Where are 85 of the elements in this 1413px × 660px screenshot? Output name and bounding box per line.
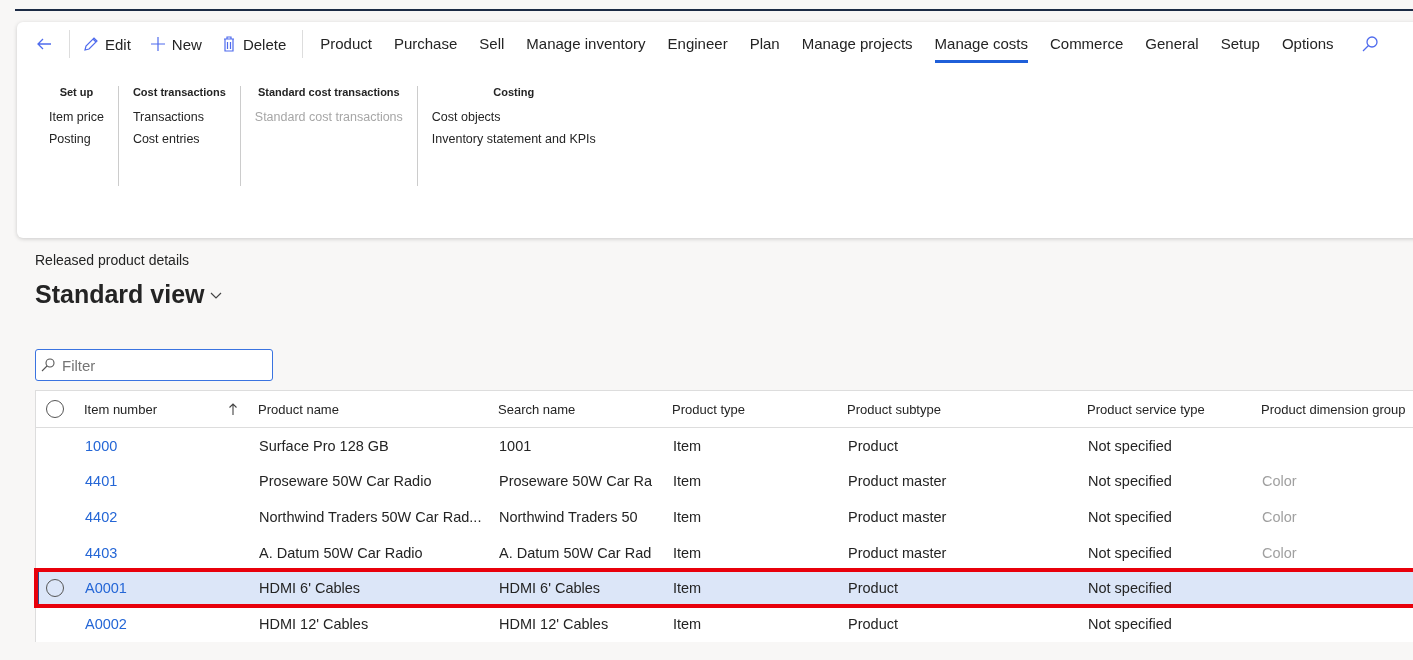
plus-icon bbox=[148, 35, 167, 53]
table-cell-text: Proseware 50W Car Ra bbox=[498, 473, 654, 490]
column-header[interactable]: Product name bbox=[258, 401, 498, 417]
table-cell-text: Proseware 50W Car Radio bbox=[258, 473, 433, 490]
column-header[interactable]: Item number bbox=[84, 401, 157, 417]
table-row[interactable]: A0002 HDMI 12' Cables HDMI 12' Cables Item Product Not specified bbox=[36, 605, 1413, 642]
column-header[interactable]: Product dimension group bbox=[1261, 401, 1413, 417]
table-cell-text: Product bbox=[847, 615, 899, 632]
search-icon[interactable] bbox=[1360, 35, 1379, 53]
table-cell-text: HDMI 12' Cables bbox=[258, 615, 370, 632]
item-link[interactable]: 4402 bbox=[84, 509, 258, 525]
table-cell-text: A. Datum 50W Car Radio bbox=[258, 544, 424, 561]
table-cell-text: Not specified bbox=[1087, 509, 1173, 525]
table-cell-text: Item bbox=[672, 473, 703, 490]
table-row[interactable]: 4401 Proseware 50W Car Radio Proseware 50W Car Ra Item Product master Not specified Color bbox=[36, 463, 1413, 500]
column-header[interactable]: Product type bbox=[672, 401, 847, 417]
page-caption: Released product details bbox=[35, 252, 191, 268]
ribbon-tab[interactable]: Engineer bbox=[667, 25, 728, 63]
table-cell-text: Product master bbox=[847, 473, 948, 490]
edit-button[interactable]: Edit bbox=[76, 27, 137, 61]
ribbon-tab[interactable]: Manage inventory bbox=[526, 25, 646, 63]
table-cell-text: Not specified bbox=[1087, 473, 1173, 490]
filter-field[interactable]: Filter bbox=[35, 349, 273, 381]
item-link[interactable]: 1000 bbox=[84, 437, 258, 454]
table-cell-text: Product bbox=[847, 437, 899, 454]
search-icon bbox=[40, 357, 56, 373]
ribbon-menu-item[interactable]: Item price bbox=[49, 110, 104, 132]
group-title: Standard cost transactions bbox=[256, 86, 401, 98]
table-cell-text: Item bbox=[672, 437, 703, 454]
item-link[interactable]: 4403 bbox=[84, 544, 258, 561]
table-cell-text: HDMI 6' Cables bbox=[498, 580, 602, 597]
ribbon-menu-item[interactable]: Cost objects bbox=[431, 110, 596, 132]
table-cell-text: Northwind Traders 50 bbox=[498, 509, 639, 525]
group-title: Costing bbox=[492, 86, 536, 98]
table-cell-text: Item bbox=[672, 615, 703, 632]
ribbon-tab[interactable]: Commerce bbox=[1049, 25, 1124, 63]
ribbon-tab[interactable]: Purchase bbox=[393, 25, 458, 63]
column-header[interactable]: Search name bbox=[498, 401, 672, 417]
ribbon-menu-item[interactable]: Transactions bbox=[132, 110, 226, 132]
table-row[interactable]: 1000 Surface Pro 128 GB 1001 Item Product Not specified bbox=[36, 428, 1413, 464]
table-cell-text: Item bbox=[672, 544, 703, 561]
table-cell-text: Not specified bbox=[1087, 437, 1173, 454]
column-header[interactable]: Product subtype bbox=[847, 401, 1087, 417]
table-cell-text: HDMI 12' Cables bbox=[498, 615, 610, 632]
view-title: Standard view bbox=[35, 280, 205, 309]
ribbon-menu-item[interactable]: Inventory statement and KPIs bbox=[431, 132, 596, 154]
table-cell-text: Surface Pro 128 GB bbox=[258, 437, 390, 454]
table-cell-text: Northwind Traders 50W Car Rad... bbox=[258, 509, 483, 525]
table-cell-text: 1001 bbox=[498, 437, 533, 454]
ribbon-tab[interactable]: Manage costs bbox=[934, 25, 1028, 63]
table-cell-text: Product bbox=[847, 580, 899, 597]
table-cell-text: Product master bbox=[847, 509, 948, 525]
highlight-box[interactable]: A0001 HDMI 6' Cables HDMI 6' Cables Item Product Not specified bbox=[36, 570, 1413, 606]
table-cell-text: Item bbox=[672, 580, 703, 597]
table-row[interactable]: 4403 A. Datum 50W Car Radio A. Datum 50W Car Rad Item Product master Not specified Color bbox=[36, 534, 1413, 571]
table-cell-text: Not specified bbox=[1087, 615, 1173, 632]
table-cell-text: Color bbox=[1261, 544, 1298, 561]
ribbon-tab[interactable]: Plan bbox=[749, 25, 780, 63]
table-cell-text: HDMI 6' Cables bbox=[258, 580, 362, 597]
ribbon-tab[interactable]: Sell bbox=[479, 25, 505, 63]
table-cell-text: Item bbox=[672, 509, 703, 525]
ribbon-menu-item[interactable]: Posting bbox=[49, 132, 104, 154]
ribbon-tab[interactable]: Product bbox=[320, 25, 372, 63]
pencil-icon bbox=[82, 35, 100, 53]
group-title: Cost transactions bbox=[132, 86, 226, 98]
ribbon-menu-item[interactable]: Cost entries bbox=[132, 132, 226, 154]
ribbon-tab[interactable]: Setup bbox=[1220, 25, 1260, 63]
new-button[interactable]: New bbox=[142, 27, 208, 61]
table-cell-text: Color bbox=[1261, 473, 1298, 490]
table-row[interactable]: 4402 Northwind Traders 50W Car Rad... Northwind Traders 50 Item Product master Not specified Color bbox=[36, 499, 1413, 535]
ribbon-tab[interactable]: General bbox=[1145, 25, 1199, 63]
delete-button[interactable]: Delete bbox=[213, 27, 293, 61]
ribbon-tab[interactable]: Options bbox=[1281, 25, 1334, 63]
item-link[interactable]: 4401 bbox=[84, 473, 258, 490]
table-cell-text: Not specified bbox=[1087, 580, 1173, 597]
column-header[interactable]: Product service type bbox=[1087, 401, 1261, 417]
group-title: Set up bbox=[58, 86, 95, 98]
table-cell-text: Color bbox=[1261, 509, 1298, 525]
item-link[interactable]: A0002 bbox=[84, 615, 258, 632]
ribbon-tab[interactable]: Manage projects bbox=[801, 25, 913, 63]
table-cell-text: A. Datum 50W Car Rad bbox=[498, 544, 653, 561]
sort-up-icon[interactable] bbox=[228, 401, 238, 416]
table-cell-text: Product master bbox=[847, 544, 948, 561]
item-link[interactable]: A0001 bbox=[84, 580, 258, 597]
table-cell-text: Not specified bbox=[1087, 544, 1173, 561]
